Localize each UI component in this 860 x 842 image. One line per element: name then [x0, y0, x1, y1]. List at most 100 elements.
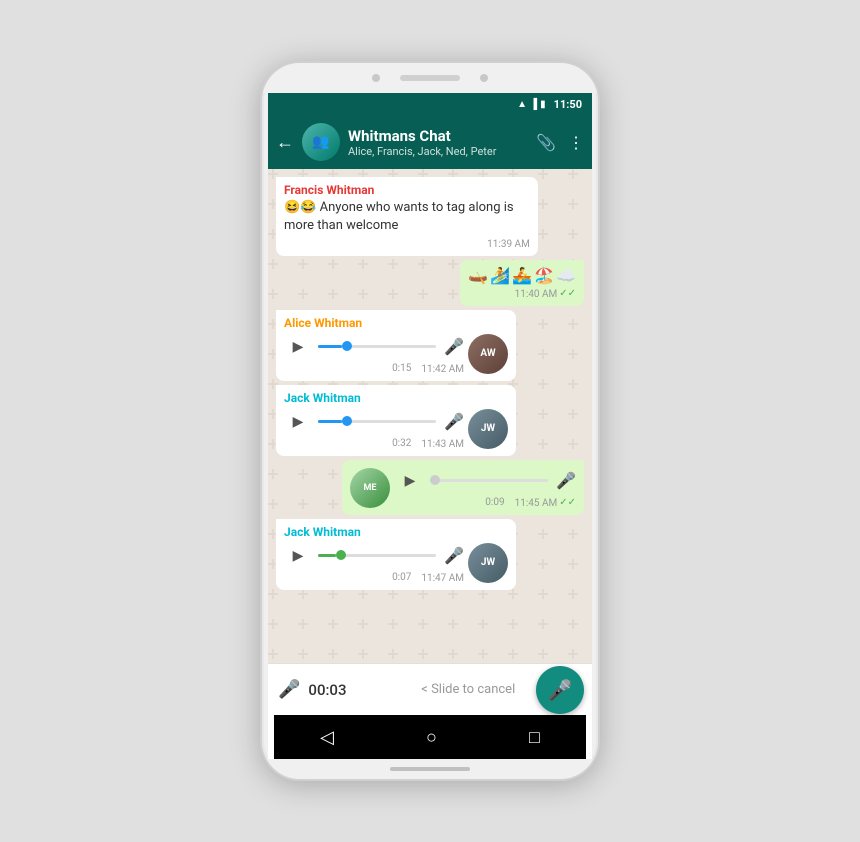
home-nav-button[interactable]: ○ [426, 727, 437, 748]
emoji-surf: 🏄 [490, 266, 510, 285]
time-alice: 11:42 AM [421, 364, 464, 375]
status-time: 11:50 [554, 98, 582, 111]
power-button [260, 163, 262, 193]
wifi-icon: ▲ [517, 99, 527, 110]
duration-jack-2: 0:07 [392, 572, 411, 583]
waveform-fill-jack [318, 420, 342, 423]
waveform-alice [318, 345, 436, 348]
waveform-fill-alice [318, 345, 342, 348]
back-button[interactable]: ← [276, 132, 294, 153]
mic-icon-alice: 🎤 [444, 337, 464, 356]
waveform-dot-alice [342, 341, 352, 351]
emoji-laugh: 😆😂 [284, 200, 316, 215]
read-receipt: ✓✓ [559, 288, 576, 299]
front-camera [372, 74, 380, 82]
message-time: 11:39 AM [487, 239, 530, 250]
time-jack-2: 11:47 AM [421, 573, 464, 584]
avatar-label-alice: AW [480, 348, 495, 359]
message-meta: 11:39 AM [284, 237, 530, 250]
duration-jack: 0:32 [392, 438, 411, 449]
sent-voice-content: ▶ 🎤 0:09 11:45 AM ✓✓ [396, 466, 576, 509]
home-indicator [390, 767, 470, 771]
emoji-cloud: ☁️ [556, 266, 576, 285]
voice-meta-alice: 0:15 11:42 AM [284, 362, 464, 375]
chat-subtitle: Alice, Francis, Jack, Ned, Peter [348, 145, 528, 158]
voice-row-alice: ▶ 🎤 0:15 11:42 AM AW [284, 332, 508, 375]
android-nav-bar: ◁ ○ □ [274, 715, 586, 759]
attach-icon[interactable]: 📎 [536, 133, 556, 152]
duration-alice: 0:15 [392, 363, 411, 374]
message-time-sent: 11:40 AM [515, 289, 558, 300]
waveform-jack-2 [318, 554, 436, 557]
header-actions: 📎 ⋮ [536, 133, 584, 152]
voice-meta-jack: 0:32 11:43 AM [284, 437, 464, 450]
back-nav-button[interactable]: ◁ [320, 727, 334, 748]
message-jack-voice: Jack Whitman ▶ 🎤 0:32 [276, 385, 516, 456]
emoji-beach: 🏖️ [534, 266, 554, 285]
time-jack: 11:43 AM [421, 439, 464, 450]
group-avatar: 👥 [302, 123, 340, 161]
status-icons: ▲ ▐ ▮ [517, 99, 546, 110]
volume-down-button [260, 273, 262, 323]
play-button-alice[interactable]: ▶ [284, 332, 312, 360]
time-sent: 11:45 AM [515, 498, 558, 509]
voice-content-jack-2: ▶ 🎤 0:07 11:47 AM [284, 541, 464, 584]
more-options-icon[interactable]: ⋮ [568, 133, 584, 152]
earpiece-speaker [400, 75, 460, 81]
chat-title: Whitmans Chat [348, 127, 528, 145]
waveform-jack [318, 420, 436, 423]
read-receipt-sent: ✓✓ [559, 497, 576, 508]
phone-frame: ▲ ▐ ▮ 11:50 ← 👥 Whitmans Chat Alice, Fra… [260, 61, 600, 781]
chat-area: Francis Whitman 😆😂 Anyone who wants to t… [268, 169, 592, 663]
message-francis-text: Francis Whitman 😆😂 Anyone who wants to t… [276, 177, 538, 256]
mic-icon-jack: 🎤 [444, 412, 464, 431]
message-text: 😆😂 Anyone who wants to tag along is more… [284, 199, 530, 235]
voice-content-jack: ▶ 🎤 0:32 11:43 AM [284, 407, 464, 450]
avatar-jack: JW [468, 409, 508, 449]
message-meta-sent: 11:40 AM ✓✓ [468, 287, 576, 300]
waveform-dot-sent [430, 475, 440, 485]
play-button-sent[interactable]: ▶ [396, 466, 424, 494]
avatar-label-me: ME [364, 483, 377, 493]
send-voice-button[interactable]: 🎤 [536, 666, 584, 714]
volume-button-right [598, 183, 600, 233]
waveform-fill-jack-2 [318, 554, 336, 557]
sent-voice-meta: 0:09 11:45 AM ✓✓ [396, 496, 576, 509]
avatar-label-jack-2: JW [481, 557, 495, 568]
header-info: Whitmans Chat Alice, Francis, Jack, Ned,… [348, 127, 528, 158]
voice-player-alice: ▶ 🎤 [284, 332, 464, 360]
phone-top-bar [262, 63, 598, 93]
mic-icon-jack-2: 🎤 [444, 546, 464, 565]
mic-icon-sent: 🎤 [556, 471, 576, 490]
recents-nav-button[interactable]: □ [529, 727, 540, 748]
voice-row-jack-2: ▶ 🎤 0:07 11:47 AM JW [284, 541, 508, 584]
voice-row-jack: ▶ 🎤 0:32 11:43 AM JW [284, 407, 508, 450]
recording-timer: 00:03 [308, 681, 346, 699]
play-button-jack[interactable]: ▶ [284, 407, 312, 435]
avatar-alice: AW [468, 334, 508, 374]
waveform-sent [430, 479, 548, 482]
recording-mic-icon: 🎤 [278, 679, 300, 700]
play-button-jack-2[interactable]: ▶ [284, 541, 312, 569]
voice-player-jack: ▶ 🎤 [284, 407, 464, 435]
battery-icon: ▮ [540, 99, 546, 110]
sender-name-alice: Alice Whitman [284, 316, 508, 330]
message-sent-emoji: 🛶 🏄 🚣 🏖️ ☁️ 11:40 AM ✓✓ [460, 260, 584, 306]
recording-bar: 🎤 00:03 < Slide to cancel 🎤 [268, 663, 592, 715]
signal-icon: ▐ [530, 99, 537, 110]
emoji-row: 🚣 [512, 266, 532, 285]
emoji-boat: 🛶 [468, 266, 488, 285]
phone-bottom-bar [262, 759, 598, 779]
sender-name-jack: Jack Whitman [284, 391, 508, 405]
volume-up-button [260, 208, 262, 258]
avatar-label-jack: JW [481, 423, 495, 434]
voice-player-sent: ▶ 🎤 [396, 466, 576, 494]
status-bar: ▲ ▐ ▮ 11:50 [268, 93, 592, 115]
emoji-stickers: 🛶 🏄 🚣 🏖️ ☁️ [468, 266, 576, 285]
message-sent-voice: ME ▶ 🎤 0:09 11:45 AM ✓✓ [342, 460, 584, 515]
duration-sent: 0:09 [485, 497, 504, 508]
voice-meta-jack-2: 0:07 11:47 AM [284, 571, 464, 584]
voice-content: ▶ 🎤 0:15 11:42 AM [284, 332, 464, 375]
chat-header: ← 👥 Whitmans Chat Alice, Francis, Jack, … [268, 115, 592, 169]
message-alice-voice: Alice Whitman ▶ 🎤 0:15 [276, 310, 516, 381]
